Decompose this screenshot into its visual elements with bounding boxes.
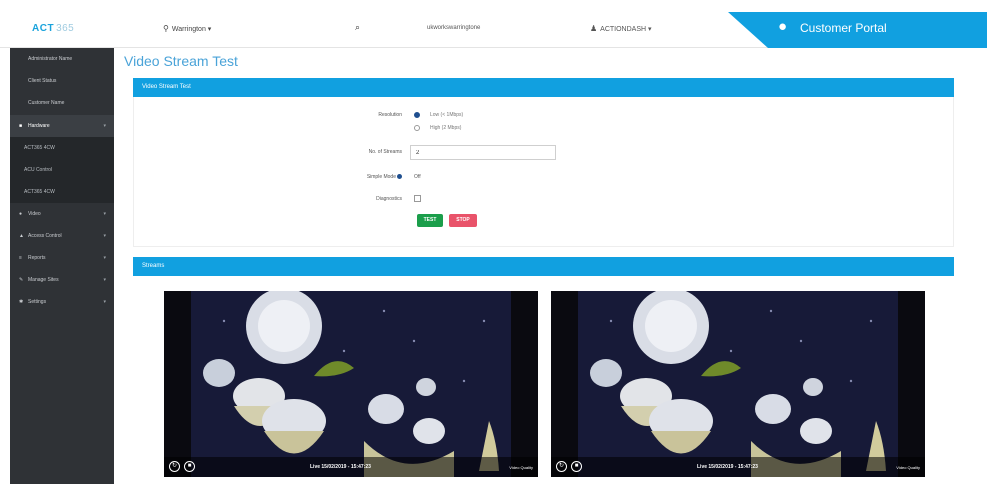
app-root: ACT 365 ⚲ Warrington ▾ ⌕ ukworkswarrington…	[0, 0, 987, 487]
sidebar-item-label: Reports	[28, 255, 46, 261]
gear-icon: ✱	[19, 299, 24, 305]
diagnostics-checkbox[interactable]	[414, 195, 421, 202]
site-selector[interactable]: ⚲ Warrington ▾	[163, 24, 211, 33]
simple-mode-label: Simple Mode	[292, 174, 402, 180]
simple-mode-text: Simple Mode	[366, 174, 396, 180]
resolution-low-label: Low (< 1Mbps)	[430, 112, 464, 118]
page-title: Video Stream Test	[124, 53, 238, 69]
sidebar-item-label: Manage Sites	[28, 277, 59, 283]
streams-input[interactable]	[410, 145, 556, 160]
stop-stream-icon[interactable]: ■	[184, 461, 195, 472]
sidebar-item-label: ACT365 4CW	[24, 145, 55, 151]
sidebar-item-label: Administrator Name	[28, 56, 73, 62]
streams-label: No. of Streams	[368, 149, 402, 155]
sidebar-item-reports[interactable]: ≡ Reports ▾	[10, 247, 114, 269]
sidebar-item-label: ACU Control	[24, 167, 53, 173]
test-panel: Video Stream Test	[133, 78, 954, 247]
video-quality-label: Video Quality	[896, 465, 920, 470]
sidebar-subitem-acu[interactable]: ACU Control	[10, 159, 114, 181]
sidebar-item-administrator[interactable]: Administrator Name	[10, 48, 114, 70]
sidebar-subitem-act365-a[interactable]: ACT365 4CW	[10, 137, 114, 159]
chevron-down-icon: ▾	[103, 299, 106, 305]
sidebar-item-access-control[interactable]: ▲ Access Control ▾	[10, 225, 114, 247]
search-icon[interactable]: ⌕	[355, 22, 360, 33]
resolution-high-label: High (2 Mbps)	[430, 125, 462, 131]
sidebar-item-label: Customer Name	[28, 100, 65, 106]
sidebar-item-hardware[interactable]: ■ Hardware ▾	[10, 115, 114, 137]
chevron-down-icon: ▾	[103, 255, 106, 261]
sidebar-subitem-act365-b[interactable]: ACT365 4CW	[10, 181, 114, 203]
test-panel-body	[133, 97, 954, 247]
user-icon: ♟	[590, 24, 598, 33]
sidebar-item-settings[interactable]: ✱ Settings ▾	[10, 291, 114, 313]
sidebar-item-label: Client Status	[28, 78, 57, 84]
refresh-icon[interactable]: ↻	[556, 461, 567, 472]
test-panel-title: Video Stream Test	[133, 78, 954, 97]
person-icon: ●	[778, 18, 788, 35]
logo[interactable]: ACT 365	[32, 23, 74, 34]
chevron-down-icon: ▾	[207, 26, 212, 33]
sidebar-item-label: Hardware	[28, 123, 50, 129]
sidebar-item-video[interactable]: ● Video ▾	[10, 203, 114, 225]
streams-panel-title: Streams	[133, 257, 954, 276]
location-pin-icon: ⚲	[163, 24, 169, 33]
resolution-label: Resolution	[378, 112, 402, 118]
video-timestamp: Live 15/02/2019 - 15:47:23	[310, 464, 371, 470]
user-icon: ▲	[19, 233, 24, 239]
video-stream-2[interactable]: ↻ ■ Live 15/02/2019 - 15:47:23 Video Qua…	[551, 291, 925, 477]
resolution-low-radio[interactable]	[414, 112, 420, 118]
sidebar-item-client-status[interactable]: Client Status	[10, 70, 114, 92]
user-menu[interactable]: ♟ ACTIONDASH ▾	[590, 24, 652, 33]
resolution-high-radio[interactable]	[414, 125, 420, 131]
sidebar-item-label: Access Control	[28, 233, 62, 239]
sidebar-item-label: ACT365 4CW	[24, 189, 55, 195]
video-quality-label: Video Quality	[509, 465, 533, 470]
video-frame-jellyfish	[551, 291, 925, 477]
sidebar-item-manage-sites[interactable]: ✎ Manage Sites ▾	[10, 269, 114, 291]
reports-icon: ≡	[19, 255, 22, 261]
video-frame-jellyfish	[164, 291, 538, 477]
customer-portal-banner[interactable]: ● Customer Portal	[728, 12, 987, 48]
info-icon[interactable]	[397, 174, 402, 180]
user-name: ACTIONDASH	[600, 26, 647, 33]
pencil-icon: ✎	[19, 277, 24, 283]
stop-button[interactable]: STOP	[449, 214, 477, 227]
video-timestamp: Live 15/02/2019 - 15:47:23	[697, 464, 758, 470]
chevron-down-icon: ▾	[648, 26, 652, 33]
portal-label: Customer Portal	[800, 21, 887, 35]
diagnostics-label: Diagnostics	[376, 196, 402, 202]
refresh-icon[interactable]: ↻	[169, 461, 180, 472]
chevron-down-icon: ▾	[103, 277, 106, 283]
sidebar-item-customer[interactable]: Customer Name	[10, 92, 114, 114]
top-bar: ACT 365 ⚲ Warrington ▾ ⌕ ukworkswarrington…	[0, 0, 987, 48]
chevron-down-icon: ▾	[103, 233, 106, 239]
hardware-icon: ■	[19, 123, 23, 129]
host-name: ukworkswarringtone	[427, 25, 481, 31]
stop-stream-icon[interactable]: ■	[571, 461, 582, 472]
logo-text: ACT	[32, 23, 55, 34]
simple-mode-toggle[interactable]: Off	[414, 174, 421, 180]
streams-panel: Streams	[133, 257, 954, 276]
site-name: Warrington	[171, 26, 206, 33]
sidebar-item-label: Video	[28, 211, 41, 217]
video-stream-1[interactable]: ↻ ■ Live 15/02/2019 - 15:47:23 Video Qua…	[164, 291, 538, 477]
test-button[interactable]: TEST	[417, 214, 443, 227]
camera-icon: ●	[19, 211, 23, 217]
sidebar-item-label: Settings	[28, 299, 47, 305]
logo-sub: 365	[56, 23, 75, 34]
chevron-down-icon: ▾	[103, 123, 106, 129]
sidebar: Administrator Name Client Status Custome…	[10, 48, 114, 484]
chevron-down-icon: ▾	[103, 211, 106, 217]
